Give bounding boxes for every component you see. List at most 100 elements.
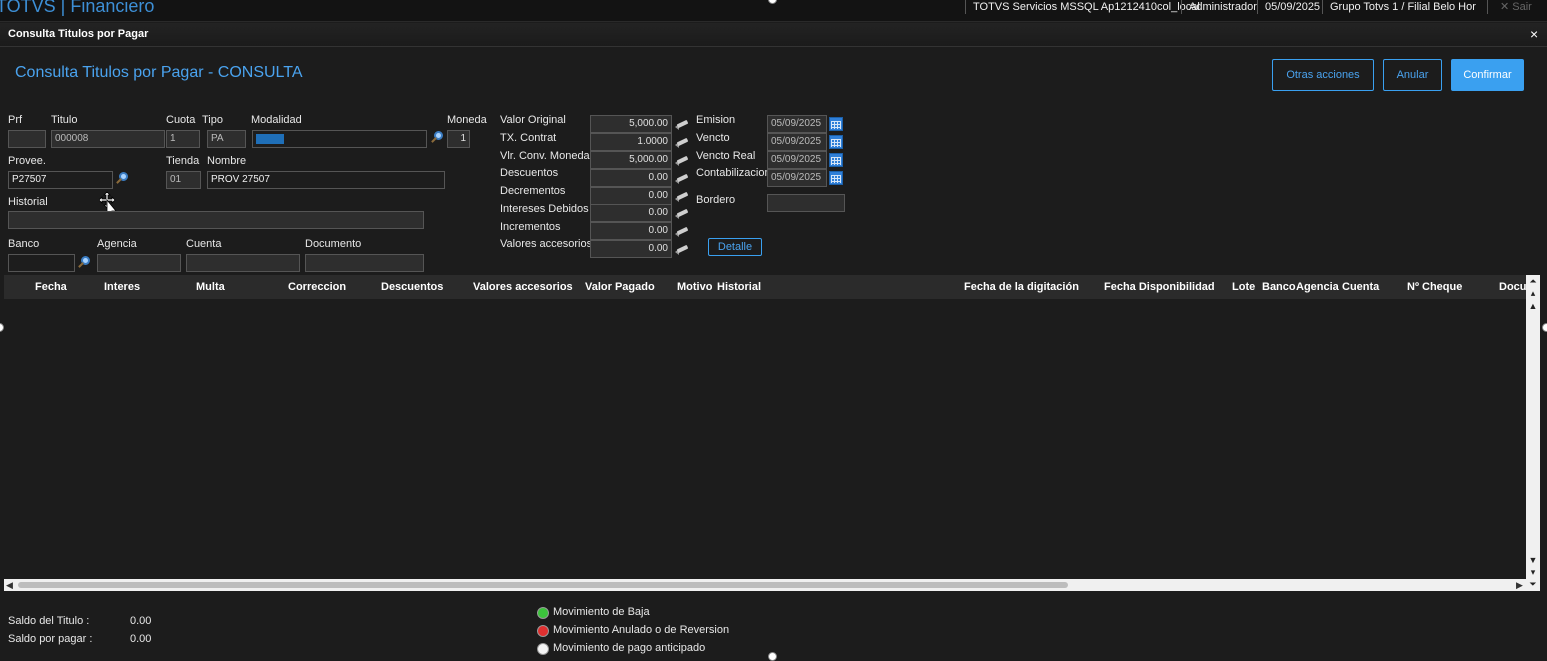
documento-field[interactable] (305, 254, 424, 272)
vertical-scrollbar[interactable]: ⏶ ▴ ▲ ▼ ▾ ⏷ (1526, 275, 1540, 591)
column-header[interactable]: Cuenta (1342, 281, 1379, 293)
valor-original-field[interactable]: 5,000.00 (590, 115, 672, 133)
historial-field[interactable] (8, 211, 424, 229)
column-header[interactable]: Banco (1262, 281, 1296, 293)
cuota-field[interactable]: 1 (166, 130, 200, 148)
emision-field[interactable]: 05/09/2025 (767, 115, 827, 133)
exit-button[interactable]: ✕ Sair (1500, 0, 1532, 13)
scroll-left-icon[interactable]: ◀ (6, 579, 13, 591)
server-info: TOTVS Servicios MSSQL Ap1212410col_local (965, 0, 1200, 14)
agencia-label: Agencia (97, 238, 137, 250)
pencil-icon[interactable] (675, 155, 689, 166)
scroll-page-down-icon[interactable]: ▾ (1526, 567, 1540, 577)
scroll-up-icon[interactable]: ▲ (1526, 301, 1540, 311)
column-header[interactable]: Multa (196, 281, 225, 293)
search-icon[interactable] (115, 172, 129, 186)
cancel-button[interactable]: Anular (1383, 59, 1442, 91)
vencto-field[interactable]: 05/09/2025 (767, 133, 827, 151)
cuenta-field[interactable] (186, 254, 300, 272)
other-actions-button[interactable]: Otras acciones (1272, 59, 1374, 91)
search-icon[interactable] (77, 256, 91, 270)
column-header[interactable]: Lote (1232, 281, 1255, 293)
tipo-field[interactable]: PA (207, 130, 246, 148)
decrementos-field[interactable]: 0.00 (590, 187, 672, 205)
date-label: Emision (696, 114, 736, 126)
column-header[interactable]: Correccion (288, 281, 346, 293)
date-label: Vencto (696, 132, 730, 144)
prf-label: Prf (8, 114, 23, 126)
scroll-thumb[interactable] (18, 582, 1068, 588)
calendar-icon[interactable] (829, 153, 843, 167)
amount-label: Descuentos (500, 167, 559, 179)
resize-handle-bottom[interactable] (768, 652, 777, 661)
column-header[interactable]: Agencia (1296, 281, 1339, 293)
tx-contrat-field[interactable]: 1.0000 (590, 133, 672, 151)
column-header[interactable]: Fecha Disponibilidad (1104, 281, 1215, 293)
bordero-label: Bordero (696, 194, 736, 206)
provee-field[interactable]: P27507 (8, 171, 113, 189)
calendar-icon[interactable] (829, 117, 843, 131)
valores-accesorios-field[interactable]: 0.00 (590, 240, 672, 258)
cuota-label: Cuota (166, 114, 196, 126)
pencil-icon[interactable] (675, 173, 689, 184)
bordero-field[interactable] (767, 194, 845, 212)
prf-field[interactable] (8, 130, 46, 148)
legend-label: Movimiento de pago anticipado (553, 642, 706, 654)
contabilizacion-field[interactable]: 05/09/2025 (767, 169, 827, 187)
session-date: 05/09/2025 (1257, 0, 1320, 14)
resize-handle-right[interactable] (1542, 323, 1547, 332)
vencto-real-field[interactable]: 05/09/2025 (767, 151, 827, 169)
tienda-label: Tienda (166, 155, 200, 167)
branch-info: Grupo Totvs 1 / Filial Belo Hor (1322, 0, 1476, 14)
pencil-icon[interactable] (675, 226, 689, 237)
pencil-icon[interactable] (675, 119, 689, 130)
topbar-divider (1487, 0, 1488, 14)
green-status-icon (537, 607, 549, 619)
grid-body[interactable] (4, 299, 1526, 579)
search-icon[interactable] (430, 131, 444, 145)
scroll-right-icon[interactable]: ▶ (1516, 579, 1523, 591)
column-header[interactable]: Nº Cheque (1407, 281, 1462, 293)
column-header[interactable]: Valores accesorios (473, 281, 573, 293)
close-icon[interactable]: × (1530, 26, 1538, 42)
titulo-field[interactable]: 000008 (51, 130, 165, 148)
saldo-titulo-label: Saldo del Titulo : (8, 615, 90, 627)
tienda-field[interactable]: 01 (166, 171, 201, 189)
scroll-top-icon[interactable]: ⏶ (1526, 276, 1540, 286)
confirm-button[interactable]: Confirmar (1451, 59, 1524, 91)
column-header[interactable]: Fecha de la digitación (964, 281, 1079, 293)
pencil-icon[interactable] (675, 137, 689, 148)
modalidad-field[interactable] (252, 130, 427, 148)
column-header[interactable]: Motivo (677, 281, 712, 293)
legend-label: Movimiento Anulado o de Reversion (553, 624, 730, 636)
column-header[interactable]: Valor Pagado (585, 281, 655, 293)
window-title: Consulta Titulos por Pagar (8, 28, 149, 40)
legend-label: Movimiento de Baja (553, 606, 650, 618)
nombre-field[interactable]: PROV 27507 (207, 171, 445, 189)
pencil-icon[interactable] (675, 244, 689, 255)
descuentos-field[interactable]: 0.00 (590, 169, 672, 187)
detalle-button[interactable]: Detalle (708, 238, 762, 256)
moneda-field[interactable]: 1 (447, 130, 470, 148)
column-header[interactable]: Historial (717, 281, 761, 293)
scroll-down-icon[interactable]: ▼ (1526, 555, 1540, 565)
calendar-icon[interactable] (829, 135, 843, 149)
calendar-icon[interactable] (829, 171, 843, 185)
pencil-icon[interactable] (675, 208, 689, 219)
column-header[interactable]: Fecha (35, 281, 67, 293)
intereses-field[interactable]: 0.00 (590, 204, 672, 222)
column-header[interactable]: Descuentos (381, 281, 443, 293)
vlr-conv-field[interactable]: 5,000.00 (590, 151, 672, 169)
column-header[interactable]: Interes (104, 281, 140, 293)
agencia-field[interactable] (97, 254, 181, 272)
horizontal-scrollbar[interactable]: ◀ ▶ (4, 579, 1526, 591)
nombre-label: Nombre (207, 155, 247, 167)
column-header[interactable]: Docu (1499, 281, 1527, 293)
pencil-icon[interactable] (675, 191, 689, 202)
scroll-page-up-icon[interactable]: ▴ (1526, 288, 1540, 298)
saldo-pagar-value: 0.00 (130, 633, 152, 645)
scroll-bottom-icon[interactable]: ⏷ (1526, 579, 1540, 589)
incrementos-field[interactable]: 0.00 (590, 222, 672, 240)
banco-field[interactable] (8, 254, 75, 272)
modalidad-label: Modalidad (251, 114, 302, 126)
